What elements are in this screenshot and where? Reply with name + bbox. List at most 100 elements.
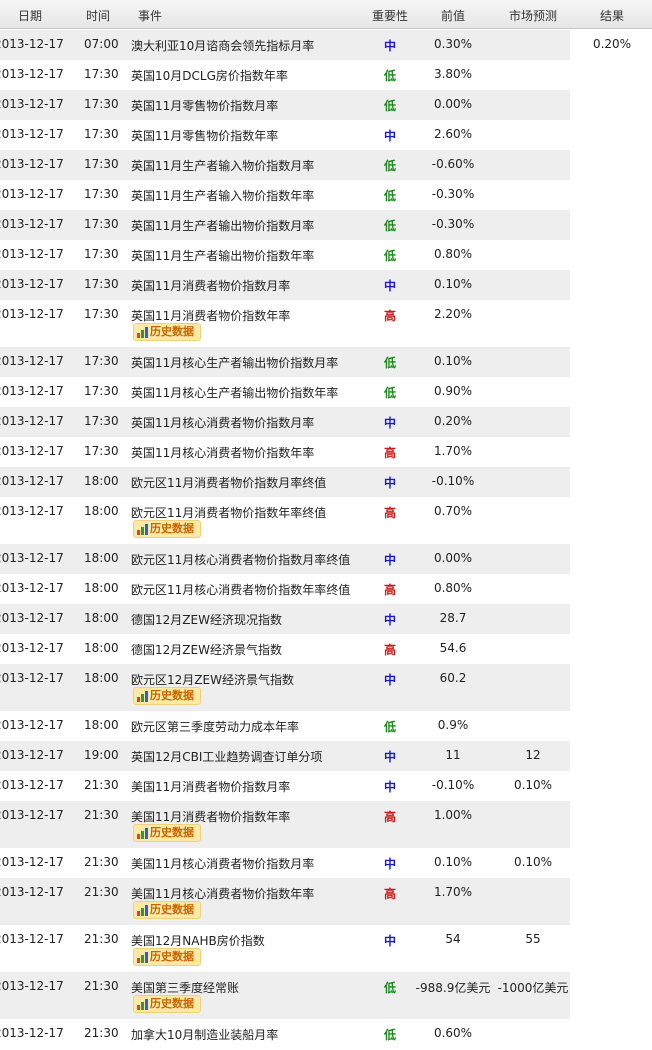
cell-date: 2013-12-17 — [0, 37, 64, 51]
table-row: 2013-12-17 17:30 英国11月消费者物价指数月率 中 0.10% — [0, 270, 652, 300]
cell-importance: 高 — [383, 887, 396, 901]
cell-event: 英国11月生产者输出物价指数月率 — [131, 219, 315, 233]
cell-date: 2013-12-17 — [0, 932, 64, 946]
cell-importance: 高 — [383, 583, 396, 597]
cell-importance: 低 — [383, 219, 396, 233]
cell-date: 2013-12-17 — [0, 444, 64, 458]
cell-importance: 高 — [383, 446, 396, 460]
history-data-button[interactable]: 历史数据 — [133, 520, 201, 538]
table-row: 2013-12-17 21:30 美国11月核心消费者物价指数月率 中 0.10% 0.1… — [0, 848, 652, 878]
cell-previous: 0.00% — [433, 97, 473, 111]
cell-importance: 低 — [383, 386, 396, 400]
cell-date: 2013-12-17 — [0, 247, 64, 261]
header-importance: 重要性 — [371, 9, 408, 23]
header-time: 时间 — [86, 9, 111, 23]
history-data-label: 历史数据 — [150, 903, 194, 916]
table-row: 2013-12-17 18:00 欧元区11月核心消费者物价指数年率终值 高 0.80% — [0, 574, 652, 604]
bar-chart-icon — [137, 524, 149, 535]
cell-time: 18:00 — [84, 474, 119, 488]
history-data-label: 历史数据 — [150, 826, 194, 839]
history-data-label: 历史数据 — [150, 522, 194, 535]
cell-importance: 低 — [383, 99, 396, 113]
cell-time: 17:30 — [84, 414, 119, 428]
cell-time: 17:30 — [84, 97, 119, 111]
cell-event: 美国11月核心消费者物价指数年率 — [131, 887, 315, 901]
history-data-button[interactable]: 历史数据 — [133, 995, 201, 1013]
history-data-label: 历史数据 — [150, 325, 194, 338]
history-data-button[interactable]: 历史数据 — [133, 948, 201, 966]
cell-event: 英国11月核心生产者输出物价指数月率 — [131, 356, 339, 370]
cell-previous: 0.30% — [433, 37, 473, 51]
cell-time: 18:00 — [84, 504, 119, 518]
cell-importance: 低 — [383, 69, 396, 83]
table-header: 日期 时间 事件 重要性 前值 市场预测 结果 — [0, 0, 652, 29]
cell-date: 2013-12-17 — [0, 885, 64, 899]
cell-time: 21:30 — [84, 855, 119, 869]
cell-previous: 2.20% — [433, 307, 473, 321]
cell-importance: 低 — [383, 720, 396, 734]
cell-previous: 54.6 — [439, 641, 467, 655]
cell-date: 2013-12-17 — [0, 157, 64, 171]
cell-event: 加拿大10月制造业装船月率 — [131, 1028, 279, 1042]
history-data-button[interactable]: 历史数据 — [133, 901, 201, 919]
cell-event: 英国10月DCLG房价指数年率 — [131, 69, 288, 83]
cell-date: 2013-12-17 — [0, 551, 64, 565]
history-data-label: 历史数据 — [150, 997, 194, 1010]
cell-event: 欧元区第三季度劳动力成本年率 — [131, 720, 300, 734]
cell-importance: 中 — [383, 780, 396, 794]
cell-event: 欧元区11月消费者物价指数月率终值 — [131, 476, 327, 490]
table-row: 2013-12-17 17:30 英国11月生产者输入物价指数月率 低 -0.60% — [0, 150, 652, 180]
table-row: 2013-12-17 17:30 英国11月零售物价指数年率 中 2.60% — [0, 120, 652, 150]
cell-previous: 0.10% — [433, 354, 473, 368]
cell-importance: 中 — [383, 857, 396, 871]
cell-event: 欧元区12月ZEW经济景气指数 — [131, 673, 294, 687]
history-data-button[interactable]: 历史数据 — [133, 323, 201, 341]
cell-time: 07:00 — [84, 37, 119, 51]
cell-date: 2013-12-17 — [0, 414, 64, 428]
cell-importance: 高 — [383, 810, 396, 824]
cell-importance: 低 — [383, 249, 396, 263]
cell-date: 2013-12-17 — [0, 504, 64, 518]
bar-chart-icon — [137, 691, 149, 702]
cell-event: 英国11月零售物价指数月率 — [131, 99, 279, 113]
cell-previous: -0.30% — [431, 187, 475, 201]
economic-calendar-table: 日期 时间 事件 重要性 前值 市场预测 结果 2013-12-17 07:00 澳… — [0, 0, 652, 1049]
cell-forecast: 55 — [525, 932, 541, 946]
cell-time: 18:00 — [84, 641, 119, 655]
table-row: 2013-12-17 17:30 英国11月生产者输入物价指数年率 低 -0.30% — [0, 180, 652, 210]
table-row: 2013-12-17 18:00 欧元区第三季度劳动力成本年率 低 0.9% — [0, 711, 652, 741]
cell-date: 2013-12-17 — [0, 187, 64, 201]
cell-date: 2013-12-17 — [0, 127, 64, 141]
history-data-label: 历史数据 — [150, 950, 194, 963]
cell-time: 21:30 — [84, 808, 119, 822]
cell-event: 英国11月核心消费者物价指数月率 — [131, 416, 315, 430]
cell-previous: 11 — [445, 748, 461, 762]
cell-forecast: 12 — [525, 748, 541, 762]
cell-time: 21:30 — [84, 932, 119, 946]
cell-date: 2013-12-17 — [0, 97, 64, 111]
cell-previous: -988.9亿美元 — [415, 981, 491, 995]
cell-importance: 高 — [383, 506, 396, 520]
bar-chart-icon — [137, 828, 149, 839]
header-event: 事件 — [138, 9, 163, 23]
cell-previous: 0.60% — [433, 1026, 473, 1040]
history-data-label: 历史数据 — [150, 689, 194, 702]
cell-importance: 中 — [383, 416, 396, 430]
header-result: 结果 — [599, 9, 624, 23]
cell-event: 德国12月ZEW经济现况指数 — [131, 613, 282, 627]
cell-importance: 中 — [383, 279, 396, 293]
cell-event: 美国11月消费者物价指数月率 — [131, 780, 291, 794]
cell-date: 2013-12-17 — [0, 67, 64, 81]
table-row: 2013-12-17 21:30 美国12月NAHB房价指数 中 54 55 历史数据 — [0, 925, 652, 972]
history-data-button[interactable]: 历史数据 — [133, 687, 201, 705]
cell-previous: 1.70% — [433, 885, 473, 899]
cell-previous: 60.2 — [439, 671, 467, 685]
table-row: 2013-12-17 18:00 欧元区12月ZEW经济景气指数 中 60.2 历史数据 — [0, 664, 652, 711]
cell-time: 17:30 — [84, 247, 119, 261]
cell-date: 2013-12-17 — [0, 354, 64, 368]
table-row: 2013-12-17 21:30 美国11月核心消费者物价指数年率 高 1.70% 历史数… — [0, 878, 652, 925]
bar-chart-icon — [137, 952, 149, 963]
cell-event: 英国11月零售物价指数年率 — [131, 129, 279, 143]
history-data-button[interactable]: 历史数据 — [133, 824, 201, 842]
cell-previous: 3.80% — [433, 67, 473, 81]
